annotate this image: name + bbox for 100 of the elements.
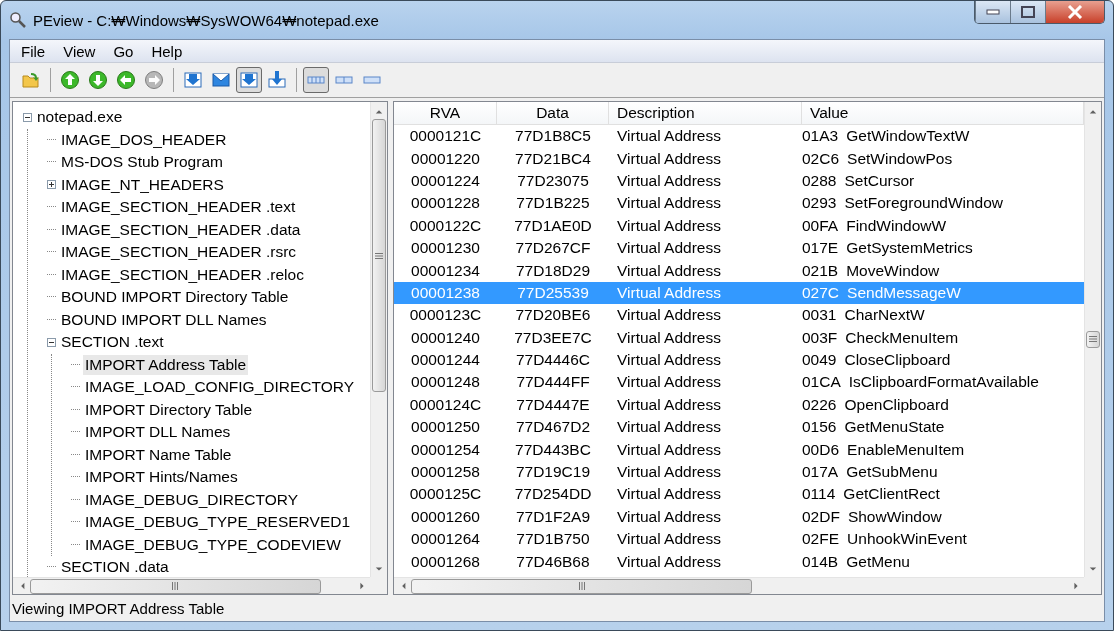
minimize-button[interactable] [975, 1, 1010, 23]
toolbar-button[interactable] [236, 67, 262, 93]
tree-item[interactable]: SECTION .data [59, 557, 171, 577]
table-cell-text: 77D1F2A9 [514, 507, 592, 526]
table-row[interactable]: 0000121C 77D1B8C5 Virtual Address 01A3 GetWindowTextW [394, 125, 1084, 148]
table-row[interactable]: 0000123C 77D20BE6 Virtual Address 0031 CharNextW [394, 304, 1084, 327]
table-row[interactable]: 00001248 77D444FF Virtual Address 01CA IsClipboardFormatAvailable [394, 371, 1084, 394]
tree-item[interactable]: IMPORT Address Table [83, 354, 249, 375]
menu-item[interactable]: View [54, 42, 105, 60]
table-row[interactable]: 00001258 77D19C19 Virtual Address 017A GetSubMenu [394, 460, 1084, 484]
table-row[interactable]: 0000124C 77D4447E Virtual Address 0226 OpenClipboard [394, 393, 1084, 417]
table-cell-text: 0000124C [408, 395, 483, 414]
table-cell-text: 00001250 [410, 418, 481, 437]
tree-item[interactable]: IMPORT Hints/Names [83, 467, 240, 488]
collapse-icon[interactable] [47, 337, 56, 347]
table-cell-text: Virtual Address [616, 440, 722, 459]
tree-item[interactable]: BOUND IMPORT Directory Table [59, 287, 291, 308]
toolbar-button[interactable] [303, 67, 329, 93]
tree-item[interactable]: IMAGE_SECTION_HEADER .text [59, 197, 298, 218]
table-cell-text: Virtual Address [616, 552, 722, 571]
close-button[interactable] [1045, 1, 1104, 23]
tree-item[interactable]: BOUND IMPORT DLL Names [59, 309, 269, 330]
table-cell: SendMessageW [847, 283, 961, 302]
table-cell: SetForegroundWindow [844, 194, 1003, 213]
table-row[interactable]: 00001228 77D1B225 Virtual Address 0293 SetForegroundWindow [394, 192, 1084, 215]
table-cell: OpenClipboard [844, 395, 949, 414]
table-row[interactable]: 0000122C 77D1AE0D Virtual Address 00FA FindWindowW [394, 214, 1084, 237]
tree-item[interactable]: notepad.exe [35, 107, 125, 128]
table-row[interactable]: 00001268 77D46B68 Virtual Address 014B GetMenu [394, 550, 1084, 573]
table-cell: 003F [802, 328, 838, 347]
table-cell-text: 77D1AE0D [513, 216, 593, 235]
table-row[interactable]: 00001230 77D267CF Virtual Address 017E GetSystemMetrics [394, 236, 1084, 260]
table-row[interactable]: 00001244 77D4446C Virtual Address 0049 CloseClipboard [394, 348, 1084, 372]
table-row[interactable]: 00001264 77D1B750 Virtual Address 02FE UnhookWinEvent [394, 528, 1084, 551]
table-cell-text: 00001248 [410, 373, 481, 392]
close-icon [1067, 5, 1083, 19]
tree-item[interactable]: IMAGE_DEBUG_TYPE_RESERVED1 [83, 512, 353, 533]
table-cell-text: Virtual Address [616, 351, 722, 370]
table-row[interactable]: 00001220 77D21BC4 Virtual Address 02C6 SetWindowPos [394, 147, 1084, 170]
table-row[interactable]: 00001224 77D23075 Virtual Address 0288 SetCursor [394, 169, 1084, 193]
expand-icon[interactable] [47, 180, 56, 190]
scroll-right-arrow-icon[interactable] [357, 582, 366, 590]
table-cell-text: 00001230 [410, 239, 481, 258]
scroll-down-arrow-icon[interactable] [1089, 564, 1097, 573]
scrollbar-thumb[interactable] [30, 578, 321, 594]
table-cell: 0114 [802, 485, 836, 504]
tree-item[interactable]: MS-DOS Stub Program [59, 152, 225, 173]
menu-item[interactable]: File [12, 42, 55, 60]
tree-item[interactable]: IMAGE_DEBUG_TYPE_CODEVIEW [83, 534, 343, 555]
table-cell: 02DF [802, 507, 840, 526]
table-cell: 014B [802, 552, 839, 571]
tree-item[interactable]: IMPORT Name Table [83, 444, 234, 465]
tree-item[interactable]: IMAGE_SECTION_HEADER .rsrc [59, 242, 299, 263]
tree-item[interactable]: IMAGE_SECTION_HEADER .data [59, 219, 303, 240]
column-header[interactable]: RVA [394, 102, 497, 124]
table-cell: 02C6 [802, 149, 840, 168]
table-row[interactable]: 00001234 77D18D29 Virtual Address 021B MoveWindow [394, 259, 1084, 282]
table-cell-text: Virtual Address [616, 306, 722, 325]
tree-item[interactable]: IMAGE_LOAD_CONFIG_DIRECTORY [83, 377, 357, 398]
download-icon [267, 70, 287, 90]
scrollbar-thumb[interactable] [372, 119, 386, 393]
scroll-right-arrow-icon[interactable] [1071, 582, 1080, 590]
maximize-button[interactable] [1010, 1, 1045, 23]
table-cell-text: 77D443BC [514, 440, 592, 459]
tree-item[interactable]: SECTION .text [59, 332, 166, 353]
menu-item[interactable]: Help [142, 42, 192, 60]
table-cell-text: Virtual Address [616, 328, 722, 347]
tree-item[interactable]: IMAGE_SECTION_HEADER .reloc [59, 264, 306, 285]
table-cell-text: 77D18D29 [514, 261, 592, 280]
table-cell: 0288 [802, 171, 837, 190]
table-cell-text: Virtual Address [616, 463, 722, 482]
menu-item[interactable]: Go [104, 42, 143, 60]
table-cell-text: 77D4446C [514, 351, 592, 370]
table-cell-text: 00001268 [410, 552, 481, 571]
table-cell: 01CA [802, 373, 841, 392]
tree-item[interactable]: IMAGE_NT_HEADERS [59, 174, 226, 195]
tree-item[interactable]: IMPORT Directory Table [83, 399, 255, 420]
scrollbar-thumb[interactable] [1086, 330, 1100, 349]
table-cell-text: 77D23075 [516, 171, 590, 190]
tree-item[interactable]: IMAGE_DOS_HEADER [59, 129, 229, 150]
table-cell-text: 0000125C [408, 485, 483, 504]
tree-item[interactable]: IMPORT DLL Names [83, 422, 233, 443]
table-cell-text: 77D25539 [516, 283, 590, 302]
column-header[interactable]: Data [497, 102, 609, 124]
collapse-icon[interactable] [23, 112, 32, 122]
table-row[interactable]: 00001260 77D1F2A9 Virtual Address 02DF ShowWindow [394, 505, 1084, 529]
scroll-down-arrow-icon[interactable] [375, 564, 383, 573]
table-row[interactable]: 0000125C 77D254DD Virtual Address 0114 GetClientRect [394, 483, 1084, 506]
table-cell: UnhookWinEvent [847, 530, 967, 549]
tree-item[interactable]: IMAGE_DEBUG_DIRECTORY [83, 489, 301, 510]
table-cell-text: Virtual Address [616, 507, 722, 526]
column-header[interactable]: Description [609, 102, 802, 124]
scrollbar-thumb[interactable] [411, 578, 753, 594]
status-text: Viewing IMPORT Address Table [12, 599, 225, 617]
table-cell: MoveWindow [846, 261, 940, 280]
table-cell: 017A [802, 463, 839, 482]
minimize-icon [986, 9, 1000, 15]
table-row[interactable]: 00001254 77D443BC Virtual Address 00D6 EnableMenuItem [394, 438, 1084, 461]
table-row[interactable]: 00001250 77D467D2 Virtual Address 0156 GetMenuState [394, 416, 1084, 439]
table-row[interactable]: 00001240 77D3EE7C Virtual Address 003F CheckMenuItem [394, 326, 1084, 349]
